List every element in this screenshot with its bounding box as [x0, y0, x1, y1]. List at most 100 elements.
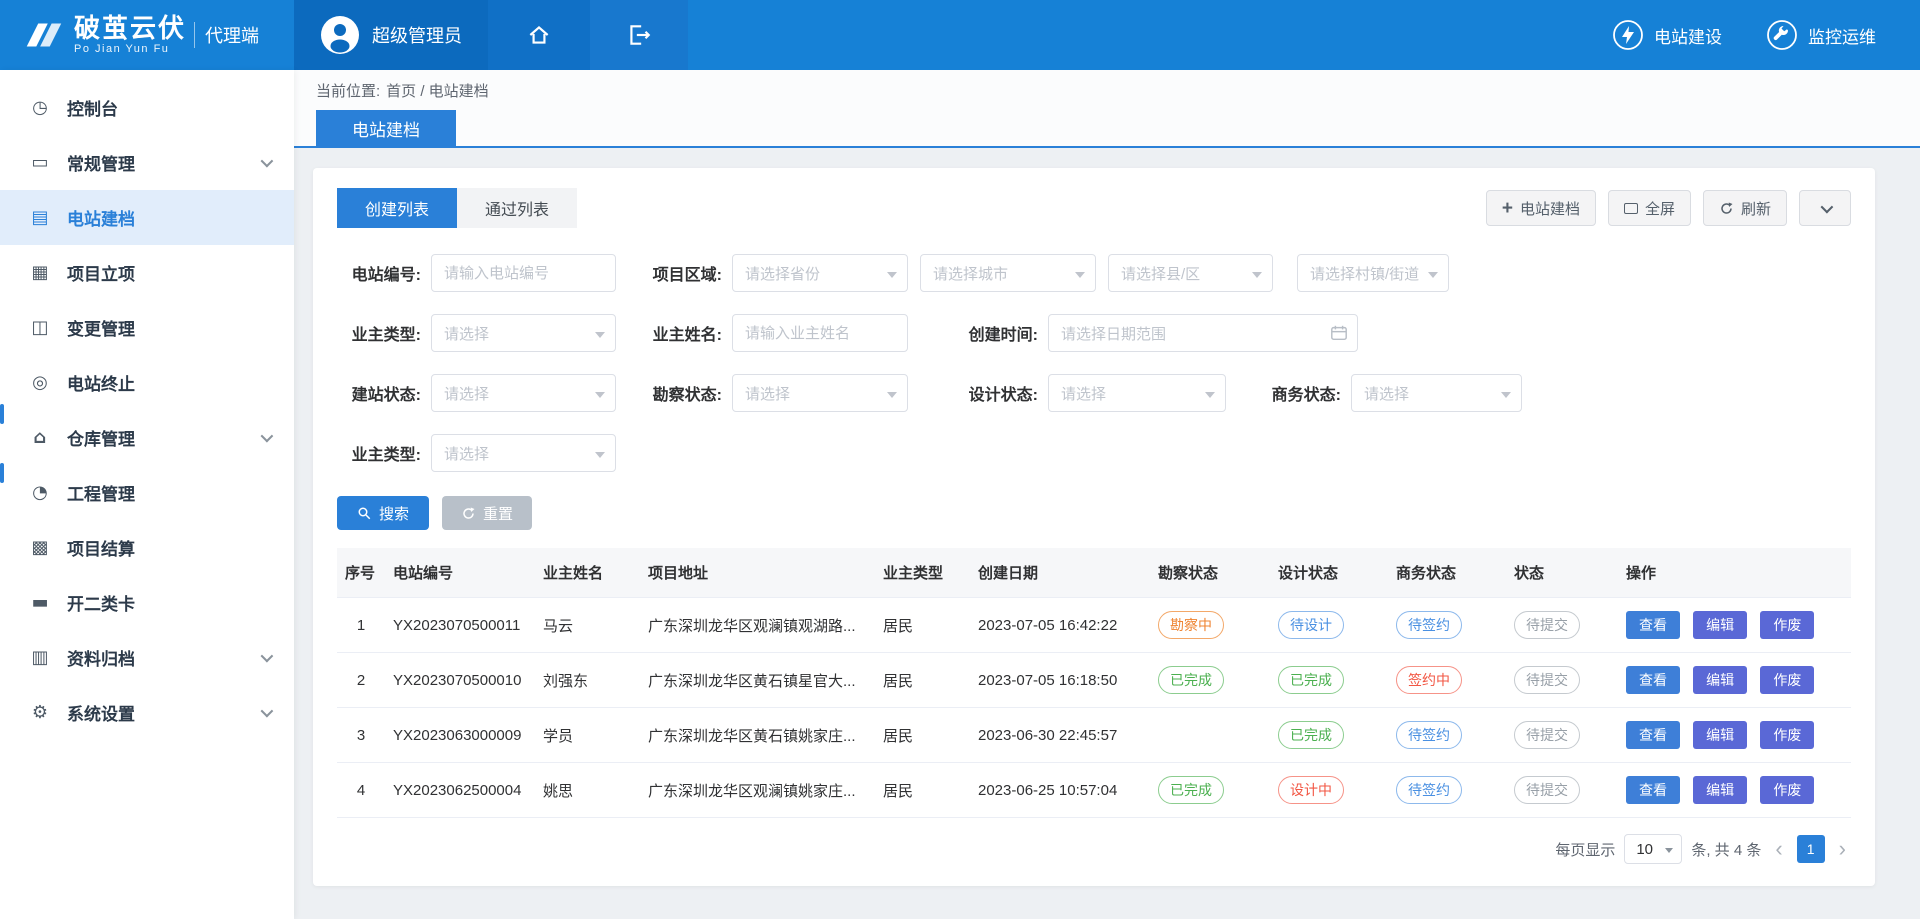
chevron-down-icon	[1820, 200, 1833, 213]
sidebar-item[interactable]: ▥ 资料归档	[0, 630, 294, 685]
sidebar-item[interactable]: ⌂ 仓库管理	[0, 410, 294, 465]
table-row: 4 YX2023062500004 姚思 广东深圳龙华区观澜镇姚家庄... 居民…	[337, 763, 1851, 818]
sidebar-item[interactable]: ▦ 项目立项	[0, 245, 294, 300]
collapse-toolbar-button[interactable]	[1799, 190, 1851, 226]
edit-button[interactable]: 编辑	[1693, 611, 1747, 639]
design-status-select[interactable]: 请选择	[1048, 374, 1226, 412]
brand-text: 破茧云伏 Po Jian Yun Fu	[74, 15, 186, 54]
void-button[interactable]: 作废	[1760, 776, 1814, 804]
filter-row: 业主类型: 请选择	[337, 434, 1851, 472]
owner-type2-select[interactable]: 请选择	[431, 434, 616, 472]
cell-owner-name: 马云	[535, 598, 640, 653]
owner-type-select[interactable]: 请选择	[431, 314, 616, 352]
sidebar-item[interactable]: ◔ 工程管理	[0, 465, 294, 520]
void-button[interactable]: 作废	[1760, 611, 1814, 639]
brand-name: 破茧云伏	[74, 15, 186, 42]
next-page-button[interactable]: ›	[1834, 838, 1851, 860]
sidebar-item[interactable]: ▩ 项目结算	[0, 520, 294, 575]
prev-page-button[interactable]: ‹	[1770, 838, 1787, 860]
search-button[interactable]: 搜索	[337, 496, 429, 530]
cell-owner-name: 刘强东	[535, 653, 640, 708]
chevron-down-icon	[261, 650, 274, 663]
tab-passed-list[interactable]: 通过列表	[457, 188, 577, 228]
column-header: 序号	[337, 548, 385, 598]
page-number[interactable]: 1	[1797, 835, 1825, 863]
refresh-button[interactable]: 刷新	[1703, 190, 1787, 226]
survey-status-badge: 已完成	[1158, 776, 1224, 804]
list-tabs: 创建列表 通过列表	[337, 188, 577, 228]
survey-status-placeholder: 请选择	[745, 383, 790, 404]
column-header: 设计状态	[1270, 548, 1388, 598]
survey-status-badge: 勘察中	[1158, 611, 1224, 639]
view-button[interactable]: 查看	[1626, 721, 1680, 749]
sidebar-item[interactable]: ◫ 变更管理	[0, 300, 294, 355]
nav-monitoring-ops[interactable]: 监控运维	[1766, 0, 1876, 70]
sidebar-item[interactable]: ◷ 控制台	[0, 80, 294, 135]
calendar-icon	[1330, 324, 1348, 342]
sidebar-item[interactable]: ⚙ 系统设置	[0, 685, 294, 740]
brand-pinyin: Po Jian Yun Fu	[74, 43, 186, 55]
business-status-select[interactable]: 请选择	[1351, 374, 1522, 412]
refresh-label: 刷新	[1741, 198, 1771, 219]
column-header: 电站编号	[385, 548, 535, 598]
town-select[interactable]: 请选择村镇/街道	[1297, 254, 1449, 292]
business-status-badge: 待签约	[1396, 776, 1462, 804]
content-card: 创建列表 通过列表 + 电站建档 全屏	[313, 168, 1875, 886]
void-button[interactable]: 作废	[1760, 721, 1814, 749]
main-content: 当前位置: 首页 / 电站建档 电站建档 创建列表 通过列表 + 电站建档	[294, 70, 1920, 919]
column-header: 操作	[1618, 548, 1851, 598]
home-icon	[526, 22, 552, 48]
business-status-badge: 签约中	[1396, 666, 1462, 694]
user-name: 超级管理员	[372, 22, 462, 48]
owner-type-label: 业主类型:	[337, 321, 421, 345]
sidebar-item[interactable]: ◎ 电站终止	[0, 355, 294, 410]
void-button[interactable]: 作废	[1760, 666, 1814, 694]
logout-button[interactable]	[590, 0, 688, 70]
edit-button[interactable]: 编辑	[1693, 721, 1747, 749]
owner-name-input[interactable]	[732, 314, 908, 352]
home-button[interactable]	[488, 0, 590, 70]
view-button[interactable]: 查看	[1626, 611, 1680, 639]
sidebar-item[interactable]: ▤ 电站建档	[0, 190, 294, 245]
fullscreen-label: 全屏	[1645, 198, 1675, 219]
sidebar-item-label: 项目立项	[67, 260, 135, 285]
tab-create-list[interactable]: 创建列表	[337, 188, 457, 228]
user-menu[interactable]: 超级管理员	[294, 0, 488, 70]
nav-station-construction[interactable]: 电站建设	[1612, 0, 1722, 70]
page-tab[interactable]: 电站建档	[316, 110, 456, 146]
table-body: 1 YX2023070500011 马云 广东深圳龙华区观澜镇观湖路... 居民…	[337, 598, 1851, 818]
business-status-badge: 待签约	[1396, 721, 1462, 749]
province-select[interactable]: 请选择省份	[732, 254, 908, 292]
header-spacer	[688, 0, 1612, 70]
fullscreen-button[interactable]: 全屏	[1608, 190, 1691, 226]
stations-table: 序号 电站编号 业主姓名 项目地址 业主类型 创建日期 勘察状态	[337, 548, 1851, 818]
toolbar: + 电站建档 全屏 刷新	[1486, 190, 1851, 226]
table-row: 2 YX2023070500010 刘强东 广东深圳龙华区黄石镇星官大... 居…	[337, 653, 1851, 708]
per-page-select[interactable]: 10	[1624, 834, 1682, 864]
county-placeholder: 请选择县/区	[1121, 263, 1200, 284]
refresh-icon	[1719, 201, 1734, 216]
cell-station-no: YX2023063000009	[385, 708, 535, 763]
cell-owner-name: 学员	[535, 708, 640, 763]
status-badge: 待提交	[1514, 611, 1580, 639]
edit-button[interactable]: 编辑	[1693, 666, 1747, 694]
build-status-select[interactable]: 请选择	[431, 374, 616, 412]
city-select[interactable]: 请选择城市	[920, 254, 1096, 292]
view-button[interactable]: 查看	[1626, 666, 1680, 694]
sidebar-item[interactable]: ▭ 常规管理	[0, 135, 294, 190]
survey-status-select[interactable]: 请选择	[732, 374, 908, 412]
card-icon: ▬	[28, 592, 52, 613]
date-range-input[interactable]: 请选择日期范围	[1048, 314, 1358, 352]
station-no-input[interactable]	[431, 254, 616, 292]
create-station-button[interactable]: + 电站建档	[1486, 190, 1596, 226]
edit-button[interactable]: 编辑	[1693, 776, 1747, 804]
column-header: 状态	[1506, 548, 1618, 598]
station-no-label: 电站编号:	[337, 261, 421, 285]
copy-icon: ◫	[28, 317, 52, 338]
reset-button[interactable]: 重置	[442, 496, 532, 530]
view-button[interactable]: 查看	[1626, 776, 1680, 804]
county-select[interactable]: 请选择县/区	[1108, 254, 1273, 292]
breadcrumb-prefix: 当前位置:	[316, 80, 380, 101]
sidebar-scrollbar-mark	[0, 463, 4, 483]
sidebar-item[interactable]: ▬ 开二类卡	[0, 575, 294, 630]
